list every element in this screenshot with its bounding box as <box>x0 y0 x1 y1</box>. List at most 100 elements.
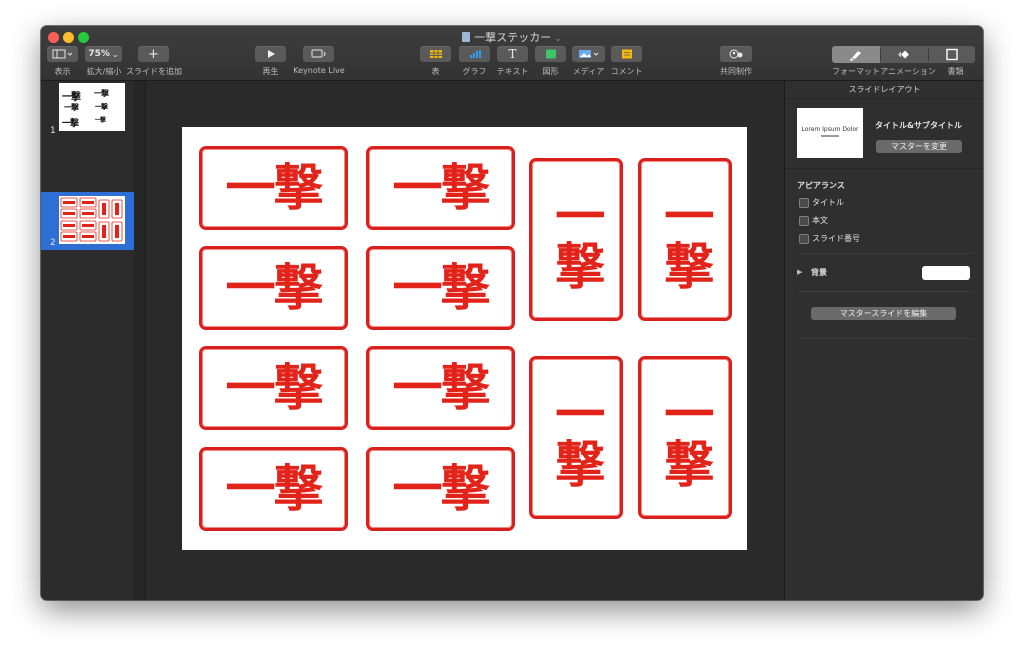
layout-preview-text: Lorem Ipsum Dolor <box>801 126 859 133</box>
stamp-horizontal[interactable]: 一撃 <box>199 246 348 330</box>
document-label: 書類 <box>947 67 964 76</box>
chart-button[interactable] <box>459 46 490 62</box>
zoom-label: 拡大/縮小 <box>86 67 122 76</box>
navigator-splitter[interactable] <box>134 81 146 600</box>
stamp-horizontal[interactable]: 一撃 <box>199 346 348 430</box>
slide-number-checkbox[interactable] <box>799 234 809 244</box>
keynote-document-icon <box>462 32 471 42</box>
add-slide-label: スライドを追加 <box>126 67 182 76</box>
master-layout-preview[interactable]: Lorem Ipsum Dolor <box>797 108 863 158</box>
keynote-live-label: Keynote Live <box>293 66 345 75</box>
toolbar: 一撃ステッカー ⌄ 表示 75% ⌄ 拡大/縮小 + スライドを追加 再生 Keyn… <box>41 26 983 81</box>
format-label: フォーマット <box>832 67 880 76</box>
title-checkbox[interactable] <box>799 198 809 208</box>
comment-button[interactable] <box>611 46 642 62</box>
add-slide-button[interactable]: + <box>138 46 169 62</box>
keynote-window: 一撃ステッカー ⌄ 表示 75% ⌄ 拡大/縮小 + スライドを追加 再生 Keyn… <box>41 26 983 600</box>
stamp-vertical[interactable]: 一撃 <box>529 158 623 321</box>
table-label: 表 <box>431 67 440 76</box>
shape-icon <box>545 49 556 59</box>
collaborate-label: 共同制作 <box>720 67 752 76</box>
table-icon <box>429 50 442 58</box>
media-button[interactable] <box>572 46 605 62</box>
shape-button[interactable] <box>535 46 566 62</box>
body-checkbox-label: 本文 <box>812 216 828 225</box>
stamp-vertical[interactable]: 一撃 <box>638 356 732 519</box>
media-icon <box>578 50 598 58</box>
divider <box>785 168 983 169</box>
play-button[interactable] <box>255 46 286 62</box>
shape-label: 図形 <box>542 67 559 76</box>
stamp-horizontal[interactable]: 一撃 <box>199 447 348 531</box>
appearance-title: アピアランス <box>797 181 845 190</box>
document-icon <box>946 48 958 61</box>
stamp-vertical[interactable]: 一撃 <box>638 158 732 321</box>
layout-preview-subtitle-line <box>821 135 839 137</box>
title-checkbox-label: タイトル <box>812 198 844 207</box>
change-master-button[interactable]: マスターを変更 <box>876 140 962 153</box>
format-inspector: スライドレイアウト Lorem Ipsum Dolor タイトル&サブタイトル … <box>784 81 983 600</box>
body-checkbox[interactable] <box>799 216 809 226</box>
slide[interactable]: 一撃 一撃 一撃 一撃 一撃 一撃 一撃 一撃 一撃 一撃 一撃 一撃 <box>182 127 747 550</box>
slide-number: 1 <box>50 126 56 136</box>
text-icon: T <box>508 47 517 61</box>
document-tab[interactable] <box>929 46 975 63</box>
collaborate-icon <box>729 49 743 59</box>
slide-navigator: 1 一撃 一撃 一撃 一撃 一撃 一撃 2 <box>41 81 134 600</box>
inspector-segmented-control <box>832 46 975 63</box>
stamp-horizontal[interactable]: 一撃 <box>366 246 515 330</box>
divider <box>797 338 973 339</box>
slide-2-preview <box>60 197 123 242</box>
thumb-text: 一撃 <box>94 88 109 98</box>
text-label: テキスト <box>496 67 529 76</box>
view-button[interactable] <box>47 46 78 62</box>
view-sidebar-icon <box>52 49 72 59</box>
play-label: 再生 <box>262 67 279 76</box>
chevron-down-icon: ⌄ <box>554 34 562 44</box>
window-title[interactable]: 一撃ステッカー ⌄ <box>41 29 983 45</box>
thumb-text: 一撃 <box>95 102 108 111</box>
thumb-text: 一撃 <box>62 92 81 103</box>
view-label: 表示 <box>54 67 71 76</box>
plus-icon: + <box>148 46 159 62</box>
animate-label: アニメーション <box>880 67 936 76</box>
window-title-text: 一撃ステッカー <box>474 31 552 44</box>
zoom-select[interactable]: 75% ⌄ <box>85 46 122 62</box>
chart-icon <box>469 50 481 58</box>
divider <box>797 253 973 254</box>
stamp-vertical[interactable]: 一撃 <box>529 356 623 519</box>
keynote-live-icon <box>311 49 325 58</box>
keynote-live-button[interactable] <box>303 46 334 62</box>
paintbrush-icon <box>850 51 861 61</box>
stamp-horizontal[interactable]: 一撃 <box>366 447 515 531</box>
disclosure-triangle-icon[interactable]: ▶ <box>797 268 802 276</box>
zoom-value: 75% <box>88 49 110 59</box>
media-label: メディア <box>572 67 605 76</box>
slide-number: 2 <box>50 238 56 248</box>
chevron-down-icon: ⌄ <box>111 49 119 59</box>
comment-label: コメント <box>610 67 643 76</box>
slide-thumbnail-1[interactable]: 一撃 一撃 一撃 一撃 一撃 一撃 <box>59 83 125 131</box>
table-button[interactable] <box>420 46 451 62</box>
comment-icon <box>621 49 632 59</box>
stamp-horizontal[interactable]: 一撃 <box>366 146 515 230</box>
collaborate-button[interactable] <box>720 46 752 62</box>
layout-name: タイトル&サブタイトル <box>875 121 962 130</box>
animate-diamond-icon <box>898 50 909 59</box>
inspector-header: スライドレイアウト <box>785 81 983 99</box>
animate-tab[interactable] <box>881 46 928 63</box>
background-label: 背景 <box>811 268 827 277</box>
text-button[interactable]: T <box>497 46 528 62</box>
stamp-horizontal[interactable]: 一撃 <box>199 146 348 230</box>
thumb-text: 一撃 <box>95 117 106 124</box>
format-tab[interactable] <box>832 46 880 63</box>
background-color-well[interactable] <box>922 266 970 280</box>
slide-number-checkbox-label: スライド番号 <box>812 234 860 243</box>
play-icon <box>267 50 275 58</box>
thumb-text: 一撃 <box>62 119 79 129</box>
edit-master-slide-button[interactable]: マスタースライドを編集 <box>811 307 956 320</box>
slide-thumbnail-2[interactable] <box>59 196 125 244</box>
divider <box>797 291 973 292</box>
chart-label: グラフ <box>462 67 487 76</box>
stamp-horizontal[interactable]: 一撃 <box>366 346 515 430</box>
